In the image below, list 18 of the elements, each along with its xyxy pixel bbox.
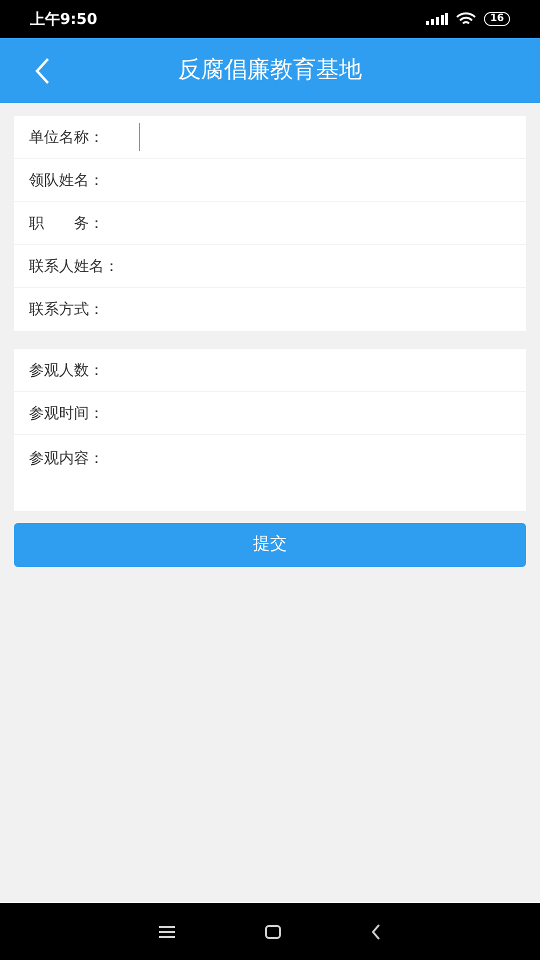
submit-button[interactable]: 提交 <box>14 523 526 567</box>
home-icon[interactable] <box>265 924 281 938</box>
back-icon[interactable] <box>371 924 381 940</box>
field-label: 参观人数： <box>29 360 105 381</box>
page-title: 反腐倡廉教育基地 <box>178 56 362 86</box>
back-icon <box>34 56 50 84</box>
field-label: 单位名称： <box>29 126 105 148</box>
field-label: 职 务： <box>29 212 105 234</box>
field-label: 领队姓名： <box>29 170 105 191</box>
wifi-icon <box>456 12 476 26</box>
status-time: 上午9:50 <box>30 8 98 30</box>
field-label: 联系方式： <box>29 299 105 320</box>
menu-icon[interactable] <box>159 924 175 938</box>
field-label: 联系人姓名： <box>29 256 120 277</box>
signal-icon <box>426 13 448 25</box>
field-label: 参观内容： <box>29 448 105 469</box>
field-label: 参观时间： <box>29 402 105 424</box>
battery-level: 16 <box>484 12 510 26</box>
